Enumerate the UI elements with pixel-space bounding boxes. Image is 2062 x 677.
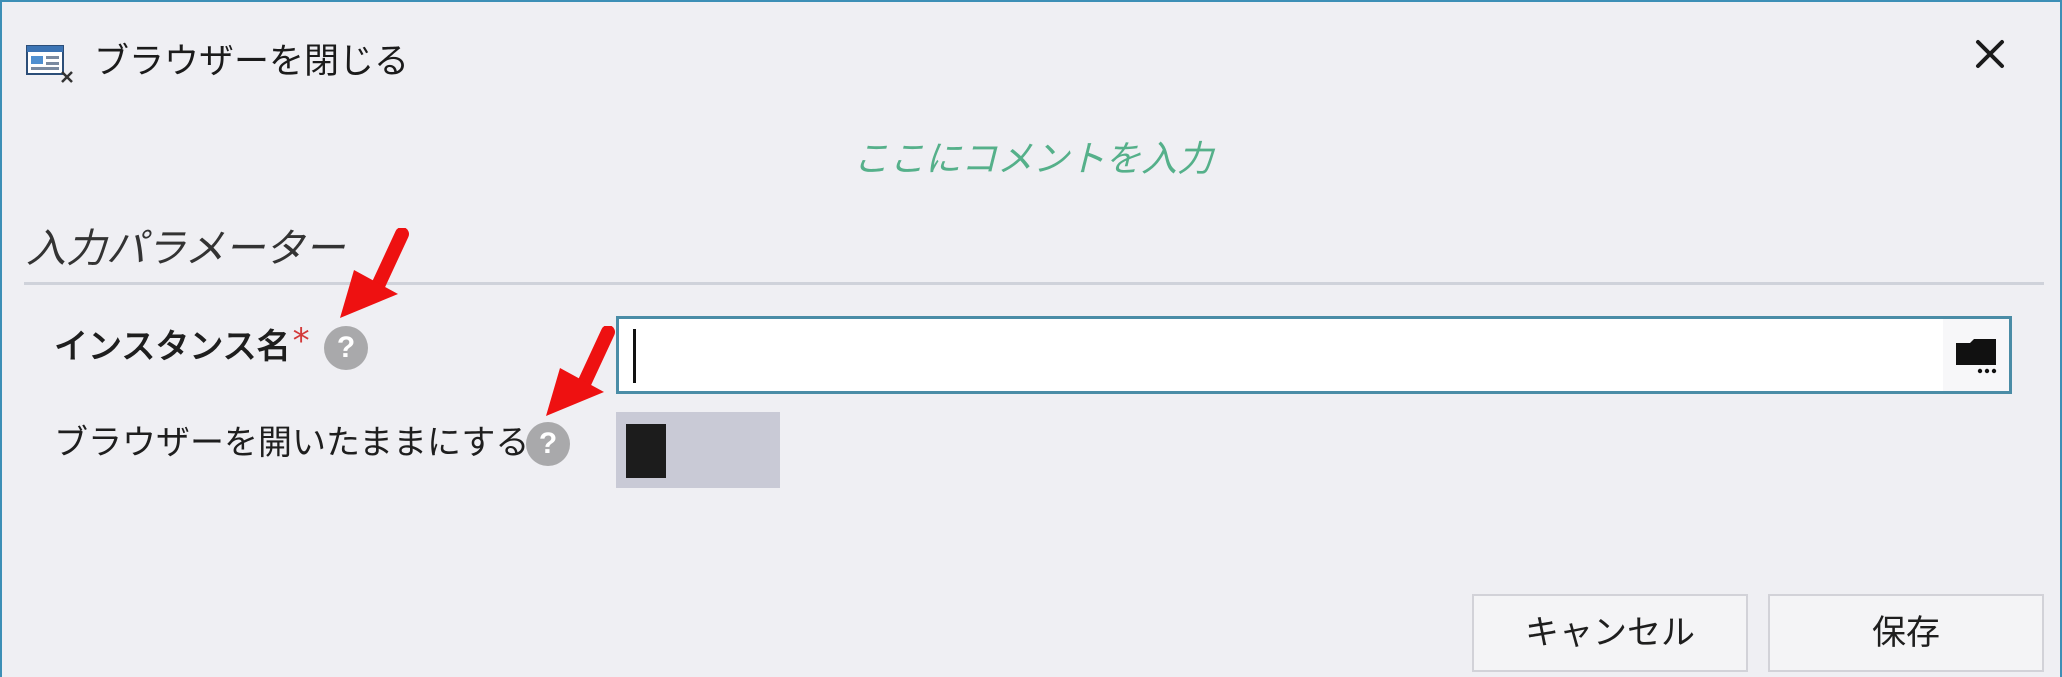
section-title: 入力パラメーター bbox=[26, 226, 345, 272]
cancel-button[interactable]: キャンセル bbox=[1472, 594, 1748, 672]
variable-picker-button[interactable] bbox=[1943, 319, 2009, 391]
annotation-arrow-icon bbox=[340, 228, 409, 318]
text-caret bbox=[633, 329, 636, 383]
close-browser-dialog: ブラウザーを閉じる ここにコメントを入力 入力パラメーター インスタンス名* ?… bbox=[0, 0, 2062, 677]
dialog-title: ブラウザーを閉じる bbox=[94, 42, 410, 82]
comment-text[interactable]: ここにコメントを入力 bbox=[2, 136, 2062, 184]
section-divider bbox=[24, 282, 2044, 285]
variable-picker-icon[interactable] bbox=[1954, 335, 1998, 375]
instance-name-help-icon[interactable]: ? bbox=[324, 326, 368, 370]
save-button[interactable]: 保存 bbox=[1768, 594, 2044, 672]
annotation-arrow-icon bbox=[546, 326, 615, 416]
keep-browser-open-label: ブラウザーを開いたままにする bbox=[54, 423, 530, 463]
browser-close-icon bbox=[26, 45, 73, 83]
instance-name-input[interactable] bbox=[629, 325, 1933, 387]
required-mark: * bbox=[292, 321, 310, 361]
close-button[interactable] bbox=[1962, 30, 2018, 78]
close-icon[interactable] bbox=[1975, 39, 2005, 69]
instance-name-label-text: インスタンス名 bbox=[54, 327, 291, 367]
keep-browser-open-toggle[interactable] bbox=[616, 412, 780, 488]
instance-name-field[interactable] bbox=[616, 316, 2012, 394]
toggle-knob[interactable] bbox=[626, 424, 666, 478]
instance-name-label: インスタンス名* bbox=[54, 321, 310, 370]
keep-browser-open-help-icon[interactable]: ? bbox=[526, 422, 570, 466]
